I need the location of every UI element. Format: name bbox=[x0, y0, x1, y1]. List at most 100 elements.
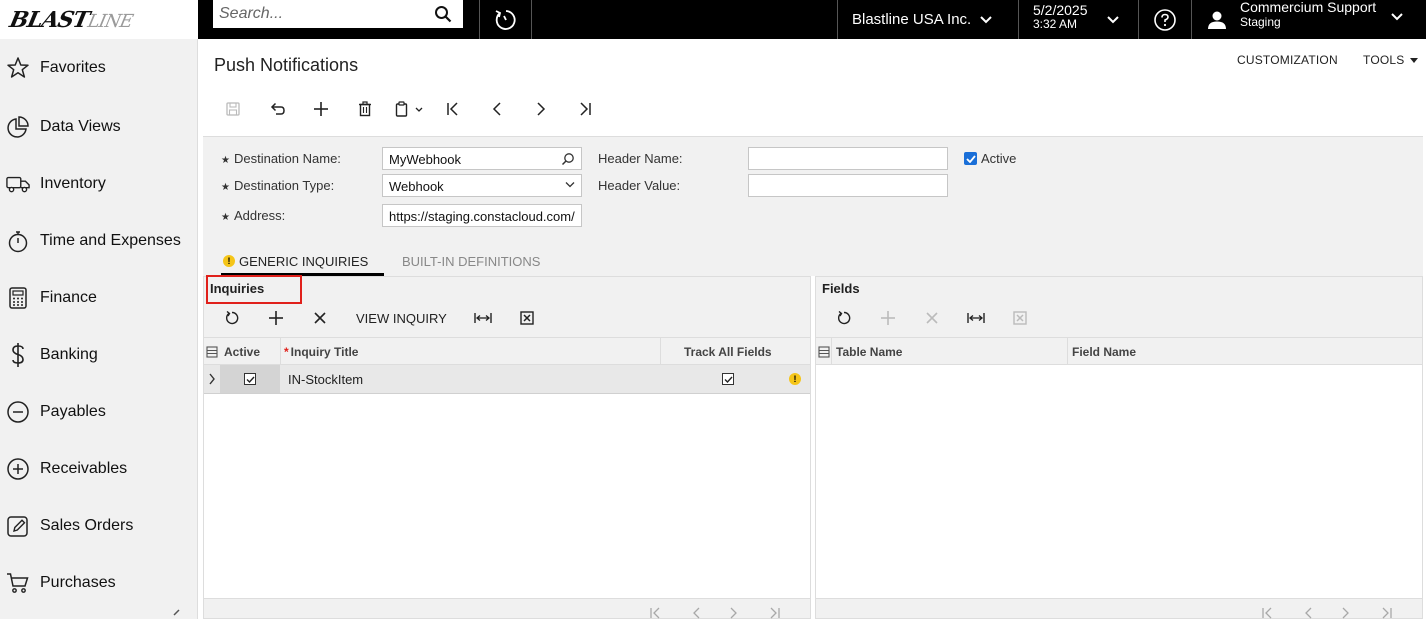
chevron-down-icon bbox=[565, 181, 575, 188]
last-page-icon[interactable] bbox=[1380, 607, 1392, 619]
history-icon[interactable] bbox=[480, 0, 532, 39]
row-active-checkbox[interactable] bbox=[220, 365, 280, 393]
sidebar-item-label: Data Views bbox=[40, 118, 121, 135]
company-name: Blastline USA Inc. bbox=[852, 11, 972, 28]
cart-icon bbox=[6, 571, 30, 595]
address-value: https://staging.constacloud.com/ bbox=[389, 209, 575, 224]
column-active[interactable]: Active bbox=[224, 338, 260, 365]
undo-icon[interactable] bbox=[255, 97, 299, 121]
sidebar-item-label: Time and Expenses bbox=[40, 232, 181, 249]
warning-icon: ! bbox=[223, 255, 235, 267]
sidebar-item-receivables[interactable]: Receivables bbox=[0, 449, 198, 489]
delete-row-icon[interactable] bbox=[910, 307, 954, 329]
delete-icon[interactable] bbox=[343, 97, 387, 121]
last-record-icon[interactable] bbox=[563, 97, 607, 121]
inquiry-title-cell[interactable]: IN-StockItem bbox=[288, 372, 363, 387]
column-table-name[interactable]: Table Name bbox=[836, 338, 902, 365]
chevron-down-icon bbox=[1390, 12, 1404, 22]
sidebar-item-finance[interactable]: Finance bbox=[0, 278, 198, 318]
next-page-icon[interactable] bbox=[730, 607, 738, 619]
grid-pager bbox=[816, 598, 1422, 619]
sidebar-item-sales-orders[interactable]: Sales Orders bbox=[0, 506, 198, 546]
minus-circle-icon bbox=[6, 400, 30, 424]
row-track-all-fields-checkbox[interactable] bbox=[722, 373, 734, 385]
address-label: ★ Address: bbox=[221, 208, 286, 223]
destination-name-label: ★ Destination Name: bbox=[221, 151, 341, 166]
tab-built-in-definitions[interactable]: BUILT-IN DEFINITIONS bbox=[402, 247, 540, 275]
logo-tail: LINE bbox=[85, 10, 135, 32]
company-selector[interactable]: Blastline USA Inc. bbox=[838, 0, 1018, 39]
help-icon[interactable] bbox=[1139, 0, 1191, 39]
chevron-down-icon bbox=[1106, 15, 1120, 25]
last-page-icon[interactable] bbox=[768, 607, 780, 619]
first-page-icon[interactable] bbox=[1262, 607, 1274, 619]
column-track-all-fields[interactable]: Track All Fields bbox=[684, 338, 772, 365]
active-checkbox[interactable]: Active bbox=[964, 151, 1016, 166]
fields-toolbar bbox=[822, 307, 1042, 329]
user-icon bbox=[1206, 9, 1228, 31]
add-row-icon[interactable] bbox=[866, 307, 910, 329]
address-field[interactable]: https://staging.constacloud.com/ bbox=[382, 204, 582, 227]
refresh-icon[interactable] bbox=[210, 307, 254, 329]
sidebar-item-time-and-expenses[interactable]: Time and Expenses bbox=[0, 221, 198, 261]
sidebar-item-label: Payables bbox=[40, 403, 106, 420]
destination-name-field[interactable]: MyWebhook bbox=[382, 147, 582, 170]
export-excel-icon[interactable] bbox=[998, 307, 1042, 329]
customization-menu[interactable]: CUSTOMIZATION bbox=[1237, 53, 1338, 67]
inquiries-toolbar: VIEW INQUIRY bbox=[210, 307, 549, 329]
first-page-icon[interactable] bbox=[650, 607, 662, 619]
column-field-name[interactable]: Field Name bbox=[1072, 338, 1136, 365]
fit-columns-icon[interactable] bbox=[954, 307, 998, 329]
inquiries-title: Inquiries bbox=[210, 281, 265, 296]
caret-down-icon bbox=[1410, 57, 1419, 63]
stopwatch-icon bbox=[6, 229, 30, 253]
search-icon[interactable] bbox=[434, 5, 452, 23]
form-toolbar bbox=[211, 97, 607, 121]
next-page-icon[interactable] bbox=[1342, 607, 1350, 619]
collapse-sidebar-icon[interactable] bbox=[170, 609, 182, 619]
user-menu[interactable]: Commercium Support Staging bbox=[1192, 0, 1426, 39]
pager-buttons bbox=[650, 607, 780, 619]
refresh-icon[interactable] bbox=[822, 307, 866, 329]
header-name-field[interactable] bbox=[748, 147, 948, 170]
fit-columns-icon[interactable] bbox=[461, 307, 505, 329]
calculator-icon bbox=[6, 286, 30, 310]
export-excel-icon[interactable] bbox=[505, 307, 549, 329]
sidebar-item-inventory[interactable]: Inventory bbox=[0, 164, 198, 204]
add-row-icon[interactable] bbox=[254, 307, 298, 329]
sidebar-item-banking[interactable]: Banking bbox=[0, 335, 198, 375]
sidebar-item-purchases[interactable]: Purchases bbox=[0, 563, 198, 603]
header-value-field[interactable] bbox=[748, 174, 948, 197]
delete-row-icon[interactable] bbox=[298, 307, 342, 329]
column-inquiry-title[interactable]: * Inquiry Title bbox=[284, 338, 358, 365]
search-icon[interactable] bbox=[561, 152, 575, 166]
company-logo[interactable]: BLASTLINE bbox=[0, 0, 198, 39]
previous-record-icon[interactable] bbox=[475, 97, 519, 121]
first-record-icon[interactable] bbox=[431, 97, 475, 121]
previous-page-icon[interactable] bbox=[1304, 607, 1312, 619]
search-input[interactable] bbox=[219, 5, 434, 23]
column-settings-icon[interactable] bbox=[818, 338, 830, 365]
view-inquiry-button[interactable]: VIEW INQUIRY bbox=[342, 307, 461, 329]
pager-buttons bbox=[1262, 607, 1392, 619]
business-date-selector[interactable]: 5/2/2025 3:32 AM bbox=[1019, 0, 1139, 39]
sidebar-item-favorites[interactable]: Favorites bbox=[0, 48, 198, 88]
sidebar-item-data-views[interactable]: Data Views bbox=[0, 107, 198, 147]
tab-generic-inquiries[interactable]: ! GENERIC INQUIRIES bbox=[223, 247, 368, 275]
save-icon[interactable] bbox=[211, 97, 255, 121]
previous-page-icon[interactable] bbox=[692, 607, 700, 619]
active-label: Active bbox=[981, 151, 1017, 166]
sidebar-item-payables[interactable]: Payables bbox=[0, 392, 198, 432]
search-box[interactable] bbox=[213, 0, 463, 28]
copy-paste-icon[interactable] bbox=[387, 97, 431, 121]
tab-label: BUILT-IN DEFINITIONS bbox=[402, 253, 541, 269]
checkmark-icon bbox=[964, 152, 977, 165]
next-record-icon[interactable] bbox=[519, 97, 563, 121]
tools-menu[interactable]: TOOLS bbox=[1363, 53, 1419, 67]
chevron-right-icon[interactable] bbox=[208, 373, 216, 385]
column-settings-icon[interactable] bbox=[206, 338, 218, 365]
checkmark-icon bbox=[722, 373, 734, 385]
table-row[interactable]: IN-StockItem ! bbox=[204, 365, 810, 394]
add-icon[interactable] bbox=[299, 97, 343, 121]
destination-type-select[interactable]: Webhook bbox=[382, 174, 582, 197]
